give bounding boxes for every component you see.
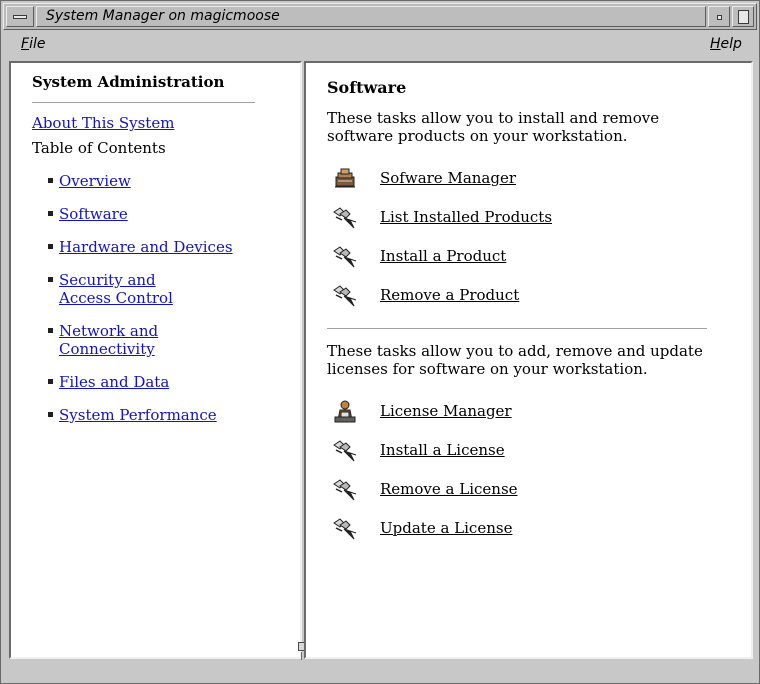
- task-label: Update a License: [380, 519, 513, 537]
- window-menu-icon: [13, 15, 27, 19]
- menu-file-label: ile: [29, 36, 46, 52]
- toc-link-files-and-data[interactable]: Files and Data: [59, 373, 239, 391]
- task-label: Install a Product: [380, 247, 507, 265]
- title-area[interactable]: System Manager on magicmoose: [36, 6, 706, 27]
- toc-link-network-and-connectivity[interactable]: Network and Connectivity: [59, 322, 159, 358]
- minimize-button[interactable]: [708, 6, 730, 27]
- task-install-a-license[interactable]: Install a License: [332, 439, 712, 463]
- bullet-icon: [48, 328, 53, 333]
- nav-title: System Administration: [32, 73, 225, 91]
- minimize-icon: [717, 15, 722, 20]
- task-remove-a-product[interactable]: Remove a Product: [332, 284, 712, 308]
- maximize-button[interactable]: [732, 6, 754, 27]
- bullet-icon: [48, 211, 53, 216]
- task-list-installed-products[interactable]: List Installed Products: [332, 206, 712, 230]
- toc-link-hardware-and-devices[interactable]: Hardware and Devices: [59, 238, 239, 256]
- task-launch-icon: [333, 518, 357, 540]
- content-pane[interactable]: Software These tasks allow you to instal…: [304, 61, 753, 659]
- menu-help[interactable]: Help: [710, 36, 742, 52]
- task-license-manager[interactable]: License Manager: [332, 400, 712, 424]
- maximize-icon: [738, 10, 749, 24]
- nav-divider: [32, 102, 255, 103]
- toc-label: Table of Contents: [32, 139, 166, 157]
- menu-bar: File Help: [3, 31, 757, 59]
- pane-sash-line: [301, 652, 303, 660]
- bullet-icon: [48, 178, 53, 183]
- task-label: Sofware Manager: [380, 169, 517, 187]
- toc-link-overview[interactable]: Overview: [59, 172, 239, 190]
- task-launch-icon: [333, 479, 357, 501]
- task-remove-a-license[interactable]: Remove a License: [332, 478, 712, 502]
- task-update-a-license[interactable]: Update a License: [332, 517, 712, 541]
- task-launch-icon: [333, 207, 357, 229]
- software-description: These tasks allow you to install and rem…: [327, 109, 660, 145]
- bullet-icon: [48, 244, 53, 249]
- window-menu-button[interactable]: [6, 6, 34, 27]
- task-label: Install a License: [380, 441, 505, 459]
- system-manager-window: System Manager on magicmoose File Help S…: [0, 0, 760, 684]
- license-description: These tasks allow you to add, remove and…: [327, 342, 703, 378]
- menu-help-label: elp: [720, 36, 742, 52]
- about-this-system-link[interactable]: About This System: [32, 114, 174, 132]
- task-launch-icon: [333, 440, 357, 462]
- menu-help-mnemonic: H: [710, 36, 721, 52]
- toc-link-software[interactable]: Software: [59, 205, 239, 223]
- license-manager-icon: [334, 400, 356, 423]
- task-label: License Manager: [380, 402, 512, 420]
- task-label: Remove a Product: [380, 286, 520, 304]
- menu-file-mnemonic: F: [21, 36, 30, 52]
- content-title: Software: [327, 78, 407, 97]
- task-launch-icon: [333, 246, 357, 268]
- task-software-manager[interactable]: Sofware Manager: [332, 167, 712, 191]
- task-label: Remove a License: [380, 480, 518, 498]
- content-divider: [327, 328, 707, 329]
- title-bar[interactable]: System Manager on magicmoose: [3, 3, 757, 30]
- task-label: List Installed Products: [380, 208, 553, 226]
- task-install-a-product[interactable]: Install a Product: [332, 245, 712, 269]
- task-launch-icon: [333, 285, 357, 307]
- software-manager-icon: [335, 168, 355, 188]
- status-bar: [9, 660, 753, 680]
- bullet-icon: [48, 277, 53, 282]
- navigation-pane[interactable]: System Administration About This System …: [9, 61, 302, 659]
- toc-link-system-performance[interactable]: System Performance: [59, 406, 239, 424]
- bullet-icon: [48, 379, 53, 384]
- toc-link-security-and-access-control[interactable]: Security and Access Control: [59, 271, 199, 307]
- window-title: System Manager on magicmoose: [46, 8, 280, 24]
- bullet-icon: [48, 412, 53, 417]
- menu-file[interactable]: File: [21, 36, 45, 52]
